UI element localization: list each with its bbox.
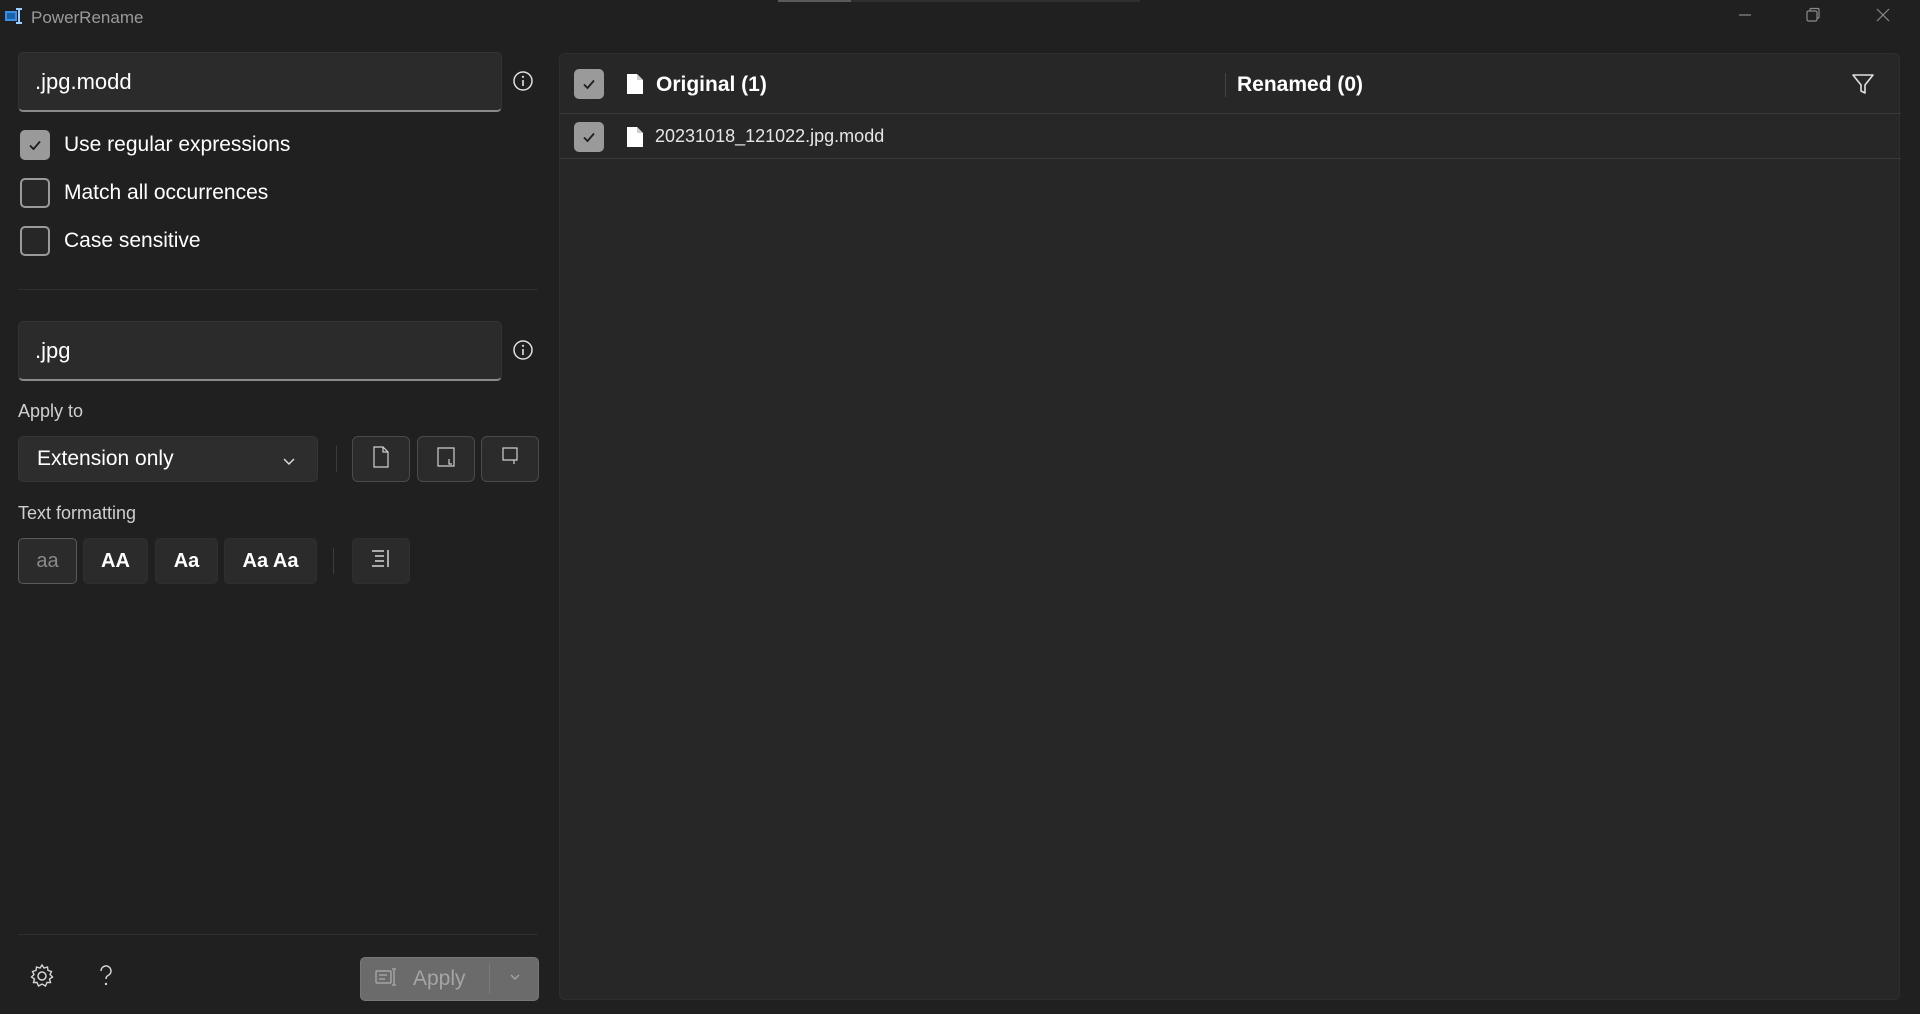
use-regex-label: Use regular expressions <box>64 133 291 156</box>
original-column-header[interactable]: Original (1) <box>656 73 767 97</box>
file-icon <box>626 126 644 148</box>
case-sensitive-checkbox[interactable] <box>20 226 50 256</box>
original-filename: 20231018_121022.jpg.modd <box>655 126 885 146</box>
gear-icon <box>29 963 55 994</box>
apply-to-selected: Extension only <box>37 447 174 470</box>
section-divider <box>18 289 538 290</box>
include-files-toggle[interactable] <box>352 436 410 482</box>
toolbar-separator <box>336 446 337 472</box>
case-sensitive-option[interactable]: Case sensitive <box>20 225 201 257</box>
apply-label: Apply <box>413 967 466 990</box>
match-all-checkbox[interactable] <box>20 178 50 208</box>
chevron-down-icon <box>508 970 522 989</box>
replace-input-value: .jpg <box>35 337 71 363</box>
renamed-column-header[interactable]: Renamed (0) <box>1237 73 1363 97</box>
file-icon <box>626 73 644 95</box>
match-all-option[interactable]: Match all occurrences <box>20 177 268 209</box>
enumerate-items-icon <box>370 547 392 575</box>
window-title: PowerRename <box>31 8 144 27</box>
include-subfolders-toggle[interactable] <box>481 436 539 482</box>
case-sensitive-label: Case sensitive <box>64 229 201 252</box>
powerrename-app-icon <box>5 8 23 24</box>
close-button[interactable] <box>1848 0 1918 35</box>
file-list-pane: Original (1) Renamed (0) 20231018_121022… <box>559 53 1901 1000</box>
help-icon <box>96 963 116 994</box>
filter-button[interactable] <box>1849 70 1877 98</box>
select-all-checkbox[interactable] <box>574 69 604 99</box>
use-regex-checkbox[interactable] <box>20 130 50 160</box>
toolbar-separator <box>333 548 334 574</box>
apply-split-button[interactable]: Apply <box>360 957 539 1001</box>
include-subfolders-icon <box>500 446 520 473</box>
include-folders-icon <box>436 446 456 473</box>
replace-input[interactable]: .jpg <box>18 321 502 381</box>
info-icon[interactable] <box>512 70 534 92</box>
close-icon <box>1875 7 1891 28</box>
list-header: Original (1) Renamed (0) <box>560 54 1901 114</box>
table-row[interactable]: 20231018_121022.jpg.modd <box>560 115 1901 159</box>
titlecase-button[interactable]: Aa <box>155 538 218 584</box>
lowercase-button[interactable]: aa <box>18 538 77 584</box>
apply-to-label: Apply to <box>18 401 84 421</box>
filter-icon <box>1849 74 1877 102</box>
minimize-icon <box>1737 7 1753 28</box>
search-input[interactable]: .jpg.modd <box>18 52 502 112</box>
info-icon[interactable] <box>512 339 534 361</box>
restore-button[interactable] <box>1778 0 1848 35</box>
match-all-label: Match all occurrences <box>64 181 269 204</box>
help-button[interactable] <box>91 963 121 993</box>
apply-options-dropdown[interactable] <box>490 958 540 1000</box>
settings-button[interactable] <box>27 963 57 993</box>
use-regex-option[interactable]: Use regular expressions <box>20 129 290 161</box>
apply-button[interactable]: Apply <box>361 958 489 1000</box>
restore-icon <box>1805 7 1821 28</box>
apply-to-combobox[interactable]: Extension only <box>18 436 318 482</box>
minimize-button[interactable] <box>1710 0 1780 35</box>
enumerate-items-button[interactable] <box>352 538 410 584</box>
title-bar: PowerRename <box>0 0 1920 35</box>
text-formatting-label: Text formatting <box>18 503 137 523</box>
footer-divider <box>18 934 538 935</box>
uppercase-button[interactable]: AA <box>83 538 148 584</box>
rename-icon <box>375 967 399 991</box>
capitalize-each-word-button[interactable]: Aa Aa <box>224 538 317 584</box>
tab-drag-indicator <box>778 0 1140 2</box>
search-input-value: .jpg.modd <box>35 68 132 94</box>
include-folders-toggle[interactable] <box>417 436 475 482</box>
column-divider[interactable] <box>1225 73 1226 97</box>
include-files-icon <box>371 445 391 473</box>
row-checkbox[interactable] <box>574 122 604 152</box>
chevron-down-icon <box>281 451 297 475</box>
